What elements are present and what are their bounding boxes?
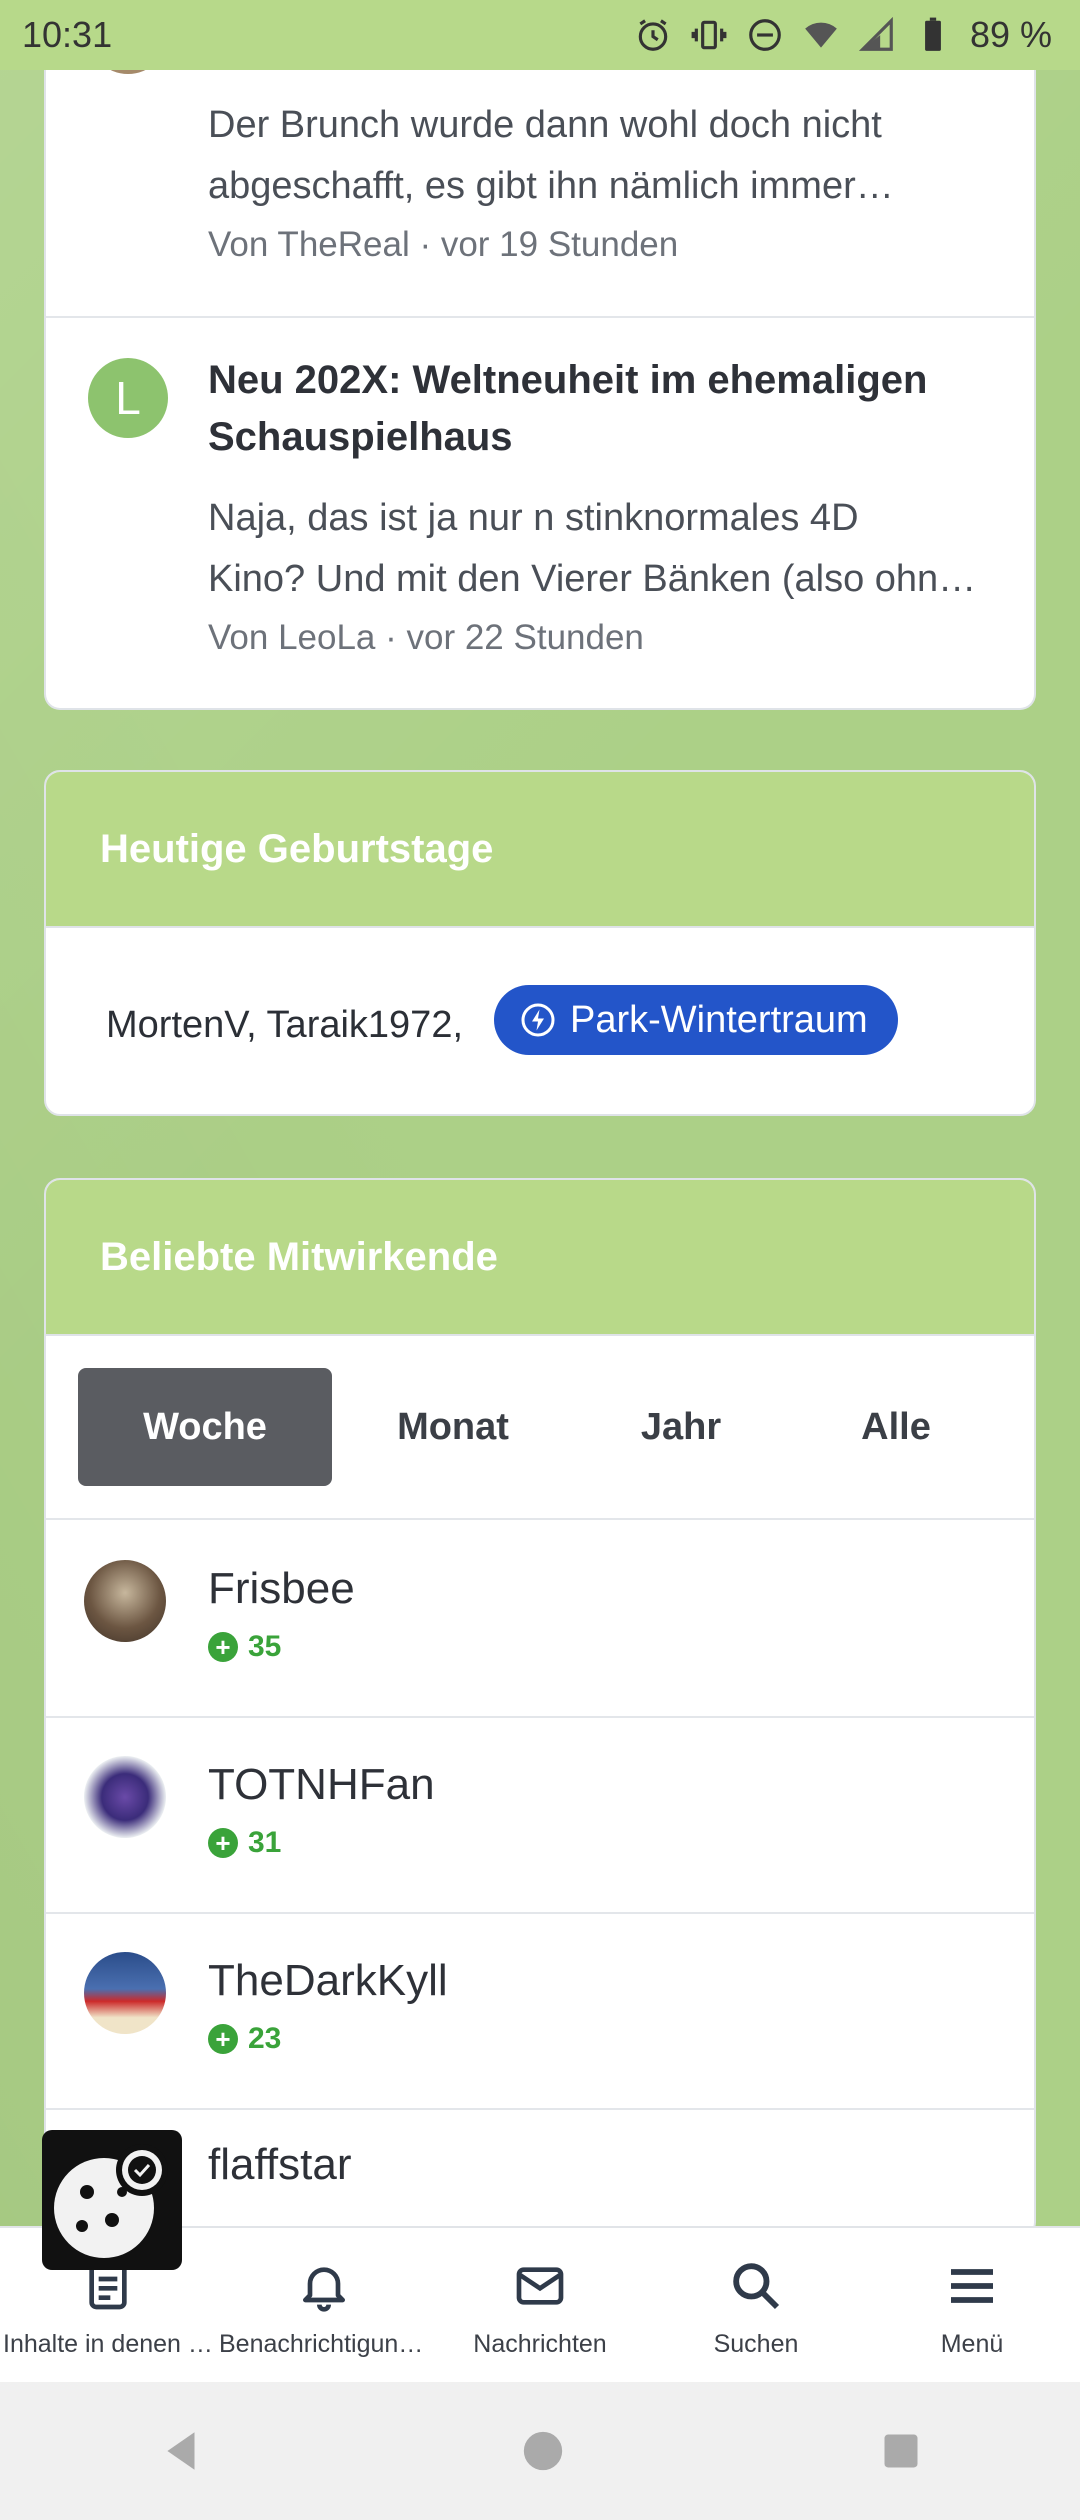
activity-excerpt: abgeschafft, es gibt ihn nämlich immer…	[208, 165, 894, 207]
user-avatar	[84, 1952, 166, 2034]
envelope-icon	[516, 2267, 564, 2305]
user-avatar	[84, 1560, 166, 1642]
battery-percent: 89 %	[969, 14, 1052, 55]
plus-icon: +	[208, 2024, 238, 2054]
activity-excerpt: Naja, das ist ja nur n stinknormales 4D	[208, 497, 859, 539]
birthday-badge-label: Park-Wintertraum	[570, 998, 868, 1041]
vibrate-icon	[691, 20, 727, 50]
nav-label: Nachrichten	[473, 2330, 607, 2358]
user-avatar: L	[88, 358, 168, 438]
contributor-row[interactable]: TOTNHFan +31	[46, 1718, 1034, 1914]
activity-excerpt: Kino? Und mit den Vierer Bänken (also oh…	[208, 558, 977, 600]
plus-icon: +	[208, 1632, 238, 1662]
system-nav-bar	[0, 2382, 1080, 2520]
contributor-name[interactable]: TheDarkKyll	[208, 1956, 448, 2006]
contributors-card: Beliebte Mitwirkende Woche Monat Jahr Al…	[44, 1178, 1036, 2238]
contributor-name[interactable]: flaffstar	[208, 2140, 351, 2190]
birthday-badge[interactable]: Park-Wintertraum	[494, 985, 898, 1055]
alarm-icon	[638, 19, 668, 51]
contributor-name[interactable]: Frisbee	[208, 1564, 355, 1614]
contributor-name[interactable]: TOTNHFan	[208, 1760, 435, 1810]
nav-label: Suchen	[713, 2330, 799, 2358]
nav-label: Benachrichtigung…	[219, 2330, 429, 2358]
status-time: 10:31	[22, 14, 113, 55]
activity-excerpt: Der Brunch wurde dann wohl doch nicht	[208, 104, 882, 146]
signal-icon	[858, 16, 893, 51]
search-icon	[733, 2263, 780, 2310]
score-value: 23	[248, 2022, 282, 2055]
hamburger-icon	[951, 2269, 993, 2303]
tab-jahr[interactable]: Jahr	[586, 1368, 776, 1486]
recents-icon[interactable]	[879, 2429, 923, 2473]
contributor-row[interactable]: TheDarkKyll +23	[46, 1914, 1034, 2110]
nav-menu[interactable]: Menü	[864, 2228, 1080, 2382]
cookie-settings-button[interactable]	[42, 2130, 182, 2270]
nav-messages[interactable]: Nachrichten	[432, 2228, 648, 2382]
birthdays-title: Heutige Geburtstage	[46, 772, 1034, 928]
activity-title[interactable]: Schauspielhaus	[208, 409, 1008, 466]
status-bar: 10:31 89 %	[0, 0, 1080, 70]
period-tabs: Woche Monat Jahr Alle	[46, 1336, 1034, 1520]
contributor-row[interactable]: Frisbee +35	[46, 1522, 1034, 1718]
contributor-score: +23	[208, 2022, 281, 2056]
activity-title[interactable]: Neu 202X: Weltneuheit im ehemaligen	[208, 352, 1008, 409]
contributor-row[interactable]: flaffstar	[46, 2110, 1034, 2236]
user-avatar	[84, 1756, 166, 1838]
activity-meta: Von LeoLa · vor 22 Stunden	[208, 618, 644, 657]
nav-label: Menü	[940, 2330, 1004, 2358]
tab-monat[interactable]: Monat	[346, 1368, 560, 1486]
birthday-names[interactable]: MortenV, Taraik1972,	[106, 1004, 463, 1047]
contributors-title: Beliebte Mitwirkende	[46, 1180, 1034, 1336]
activity-item[interactable]: L Neu 202X: Weltneuheit im ehemaligen Sc…	[46, 318, 1034, 708]
tab-woche[interactable]: Woche	[78, 1368, 332, 1486]
cookie-icon	[54, 2144, 168, 2258]
lightning-icon	[521, 1003, 555, 1037]
score-value: 31	[248, 1826, 282, 1859]
wifi-icon	[805, 22, 837, 48]
contributor-score: +31	[208, 1826, 281, 1860]
bell-icon	[303, 2267, 345, 2312]
tab-alle[interactable]: Alle	[806, 1368, 986, 1486]
dnd-icon	[749, 19, 781, 51]
back-icon[interactable]	[157, 2426, 207, 2476]
birthdays-card: Heutige Geburtstage MortenV, Taraik1972,…	[44, 770, 1036, 1116]
score-value: 35	[248, 1630, 282, 1663]
activity-meta: Von TheReal · vor 19 Stunden	[208, 225, 679, 264]
plus-icon: +	[208, 1828, 238, 1858]
battery-icon	[925, 17, 941, 51]
nav-search[interactable]: Suchen	[648, 2228, 864, 2382]
activity-card: Der Brunch wurde dann wohl doch nicht ab…	[44, 20, 1036, 710]
nav-notifications[interactable]: Benachrichtigung…	[216, 2228, 432, 2382]
home-icon[interactable]	[520, 2428, 566, 2474]
contributor-score: +35	[208, 1630, 281, 1664]
nav-label: Inhalte in denen i…	[3, 2330, 213, 2358]
